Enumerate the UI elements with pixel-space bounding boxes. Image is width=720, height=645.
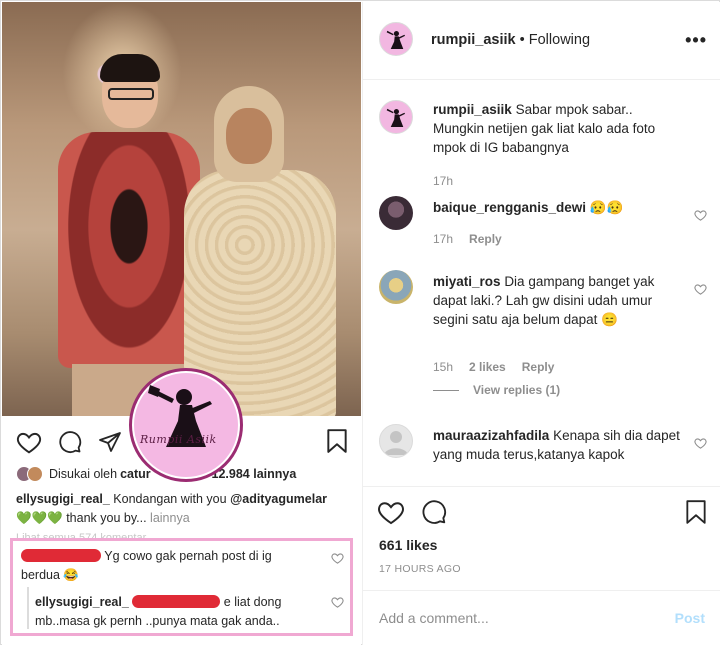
post-username[interactable]: rumpii_asiik • Following [431,32,590,48]
more-options-icon[interactable]: ••• [685,30,707,51]
comment-text: mauraazizahfadila Kenapa sih dia dapet y… [433,428,680,462]
embedded-comment-1: Yg cowo gak pernah post di ig berdua 😂 [21,549,272,582]
heart-icon [16,430,42,454]
highlighted-comments: Yg cowo gak pernah post di ig berdua 😂 e… [10,538,353,636]
embedded-action-bar [16,430,122,454]
watermark-text: Rumpii Asiik [140,433,217,446]
couple-photo [2,2,361,416]
man-figure [46,54,200,416]
like-comment-icon[interactable] [694,208,707,226]
redacted-username [21,549,101,562]
avatar[interactable] [379,270,413,304]
comment-meta: 17h [433,174,454,188]
comment-text: miyati_ros Dia gampang banget yak dapat … [433,274,655,327]
reply-button[interactable]: Reply [522,360,555,374]
comment-icon [58,430,82,454]
post-image: Rumpii Asiik Disukai oleh catur dan 12 [2,2,361,645]
avatar[interactable] [379,424,413,458]
reply-button[interactable]: Reply [469,232,502,246]
post-timestamp: 17 HOURS AGO [379,563,461,575]
post-modal: Rumpii Asiik Disukai oleh catur dan 12 [0,0,720,645]
like-button-icon[interactable] [377,499,405,525]
post-header: rumpii_asiik • Following ••• [363,2,720,80]
action-bar: 661 likes 17 HOURS AGO [363,486,720,588]
following-button[interactable]: Following [529,32,590,48]
save-bookmark-icon[interactable] [685,499,707,525]
share-icon [98,430,122,454]
comment-text: baique_rengganis_dewi 😥😥 [433,200,624,215]
avatar[interactable] [379,196,413,230]
comment-meta: 17h Reply [433,232,502,246]
view-replies-button[interactable]: View replies (1) [433,383,560,397]
redacted-mention [132,595,221,608]
add-comment-bar: Post [363,590,720,645]
embedded-comment-2: ellysugigi_real_ e liat dong mb..masa gk… [35,595,282,628]
bookmark-icon [326,428,348,454]
comments-panel: rumpii_asiik • Following ••• rumpii_asii… [362,2,720,645]
like-count[interactable]: 661 likes [379,537,437,553]
watermark-logo: Rumpii Asiik [129,368,243,482]
comment-button-icon[interactable] [421,499,447,525]
avatar[interactable] [379,22,413,56]
comment-meta: 15h 2 likes Reply [433,360,555,374]
comment-text: rumpii_asiik Sabar mpok sabar.. Mungkin … [433,102,656,155]
comment-likes[interactable]: 2 likes [469,360,506,374]
woman-figure [180,86,350,416]
comment-input[interactable] [379,607,659,629]
like-comment-icon[interactable] [694,282,707,300]
post-comment-button[interactable]: Post [675,610,705,626]
avatar[interactable] [379,100,413,134]
heart-icon [331,595,344,613]
liker-avatars [16,466,43,482]
like-comment-icon[interactable] [694,436,707,454]
embedded-caption: ellysugigi_real_ Kondangan with you @adi… [16,492,328,525]
heart-icon [331,551,344,569]
comment-list: rumpii_asiik Sabar mpok sabar.. Mungkin … [363,80,720,486]
